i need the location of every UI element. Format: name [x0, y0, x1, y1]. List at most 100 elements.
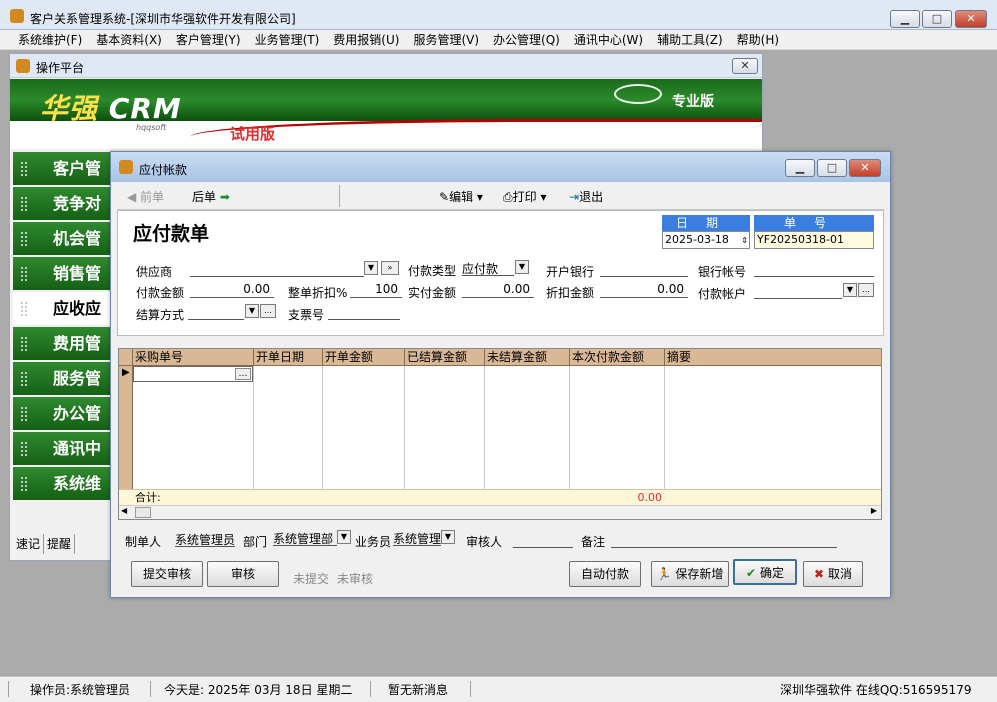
maximize-button[interactable]: □: [922, 10, 952, 28]
date-field[interactable]: 2025-03-18 ⇕: [662, 231, 750, 249]
maker-label: 制单人: [125, 535, 162, 549]
logo: 华强 CRM: [40, 87, 182, 127]
clerk-select[interactable]: 系统管理: [393, 530, 441, 546]
nav-label: 服务管理: [53, 369, 102, 388]
pay-account-more-button[interactable]: …: [858, 283, 874, 297]
note-input[interactable]: [611, 532, 837, 548]
pay-account-dropdown[interactable]: ▼: [843, 283, 857, 297]
col-header[interactable]: 已结算金额: [405, 349, 485, 366]
print-button[interactable]: ⎙打印 ▾: [503, 188, 546, 205]
payable-window: 应付帐款 ▁ □ ✕ ◀ 前单 后单 ➡ ✎编辑 ▾ ⎙打印 ▾ ⇥退出 应付款…: [110, 151, 891, 598]
settle-dropdown[interactable]: ▼: [245, 304, 259, 318]
col-header[interactable]: 摘要: [665, 349, 881, 366]
discount-rate-input[interactable]: 100: [350, 282, 402, 298]
menu-system[interactable]: 系统维护(F): [0, 30, 89, 50]
pay-account-input[interactable]: [754, 283, 842, 299]
audit-button[interactable]: 审核: [207, 561, 279, 587]
scroll-right-icon[interactable]: ▶: [871, 506, 877, 515]
spinner-icon[interactable]: ⇕: [741, 233, 748, 249]
col-header[interactable]: 开单日期: [254, 349, 323, 366]
submit-audit-button[interactable]: 提交审核: [131, 561, 203, 587]
form-heading: 应付款单: [133, 223, 210, 245]
nav-office[interactable]: 办公管理: [13, 397, 113, 430]
payable-minimize-button[interactable]: ▁: [785, 159, 815, 177]
payable-icon: [119, 160, 133, 174]
col-header[interactable]: 采购单号: [133, 349, 254, 366]
scroll-thumb[interactable]: [135, 507, 151, 518]
nav-competitor[interactable]: 竞争对手: [13, 187, 113, 220]
discount-amount-input[interactable]: 0.00: [600, 282, 688, 298]
save-new-button[interactable]: 🏃 保存新增: [651, 561, 729, 587]
account-no-input[interactable]: [754, 261, 874, 277]
menu-help[interactable]: 帮助(H): [730, 30, 786, 50]
dept-dropdown[interactable]: ▼: [337, 530, 351, 544]
grid-column: [323, 366, 405, 489]
supplier-dropdown[interactable]: ▼: [364, 261, 378, 275]
exit-button[interactable]: ⇥退出: [569, 188, 603, 205]
minimize-button[interactable]: ▁: [890, 10, 920, 28]
check-no-input[interactable]: [328, 304, 400, 320]
nav-system[interactable]: 系统维护: [13, 467, 113, 500]
platform-close-button[interactable]: ✕: [732, 58, 758, 74]
supplier-more-button[interactable]: »: [381, 261, 399, 275]
menu-basic[interactable]: 基本资料(X): [89, 30, 169, 50]
next-button[interactable]: 后单 ➡: [192, 188, 230, 205]
arrow-right-icon: ➡: [219, 190, 230, 204]
nav-label: 销售管理: [53, 264, 102, 283]
close-button[interactable]: ✕: [955, 10, 987, 28]
ok-button[interactable]: ✔ 确定: [733, 559, 797, 585]
auto-pay-button[interactable]: 自动付款: [569, 561, 641, 587]
nav-comm[interactable]: 通讯中心: [13, 432, 113, 465]
bank-input[interactable]: [600, 261, 688, 277]
nav-label: 客户管理: [53, 159, 102, 178]
supplier-input[interactable]: [190, 261, 364, 277]
cancel-button[interactable]: ✖ 取消: [803, 561, 863, 587]
discount-amount-value: 0.00: [657, 282, 684, 296]
menu-comm[interactable]: 通讯中心(W): [567, 30, 650, 50]
tab-memo[interactable]: 速记: [13, 534, 45, 554]
nav-label: 通讯中心: [53, 439, 102, 458]
menu-office[interactable]: 办公管理(Q): [486, 30, 567, 50]
account-no-label: 银行帐号: [698, 265, 747, 279]
payable-maximize-button[interactable]: □: [817, 159, 847, 177]
col-header[interactable]: 开单金额: [323, 349, 405, 366]
nav-receivable[interactable]: 应收应付: [13, 292, 113, 325]
prev-button[interactable]: ◀ 前单: [127, 188, 164, 205]
date-header: 日期: [662, 215, 750, 231]
order-no-cell[interactable]: …: [133, 366, 253, 382]
col-header[interactable]: 未结算金额: [485, 349, 570, 366]
grid-scrollbar[interactable]: ◀ ▶: [119, 505, 881, 519]
grid-column: [254, 366, 323, 489]
nav-opportunity[interactable]: 机会管理: [13, 222, 113, 255]
menu-expense[interactable]: 费用报销(U): [326, 30, 406, 50]
order-more-button[interactable]: …: [235, 368, 251, 380]
nav-customer[interactable]: 客户管理: [13, 152, 113, 185]
pay-account-label: 付款帐户: [698, 287, 747, 301]
scroll-left-icon[interactable]: ◀: [121, 506, 127, 515]
col-header[interactable]: 本次付款金额: [570, 349, 665, 366]
settle-input[interactable]: [188, 304, 244, 320]
menu-customer[interactable]: 客户管理(Y): [169, 30, 248, 50]
current-row-icon: ▶: [122, 367, 130, 378]
payable-close-button[interactable]: ✕: [849, 159, 881, 177]
menu-service[interactable]: 服务管理(V): [406, 30, 486, 50]
clerk-dropdown[interactable]: ▼: [441, 530, 455, 544]
pay-type-select[interactable]: 应付款: [462, 260, 514, 276]
edit-button[interactable]: ✎编辑 ▾: [439, 188, 483, 205]
nav-sales[interactable]: 销售管理: [13, 257, 113, 290]
amount-input[interactable]: 0.00: [190, 282, 274, 298]
status-operator: 操作员:系统管理员: [30, 683, 131, 697]
menu-business[interactable]: 业务管理(T): [248, 30, 327, 50]
pay-type-dropdown[interactable]: ▼: [515, 260, 529, 274]
menu-tools[interactable]: 辅助工具(Z): [650, 30, 730, 50]
number-field[interactable]: YF20250318-01: [754, 231, 874, 249]
nav-expense[interactable]: 费用管理: [13, 327, 113, 360]
actual-input[interactable]: 0.00: [462, 282, 534, 298]
globe-icon: [614, 84, 662, 104]
tab-remind[interactable]: 提醒: [44, 534, 76, 554]
dept-select[interactable]: 系统管理部: [273, 530, 337, 546]
settle-more-button[interactable]: …: [260, 304, 276, 318]
nav-service[interactable]: 服务管理: [13, 362, 113, 395]
logo-main: 华强: [40, 92, 99, 125]
dept-label: 部门: [243, 535, 268, 549]
